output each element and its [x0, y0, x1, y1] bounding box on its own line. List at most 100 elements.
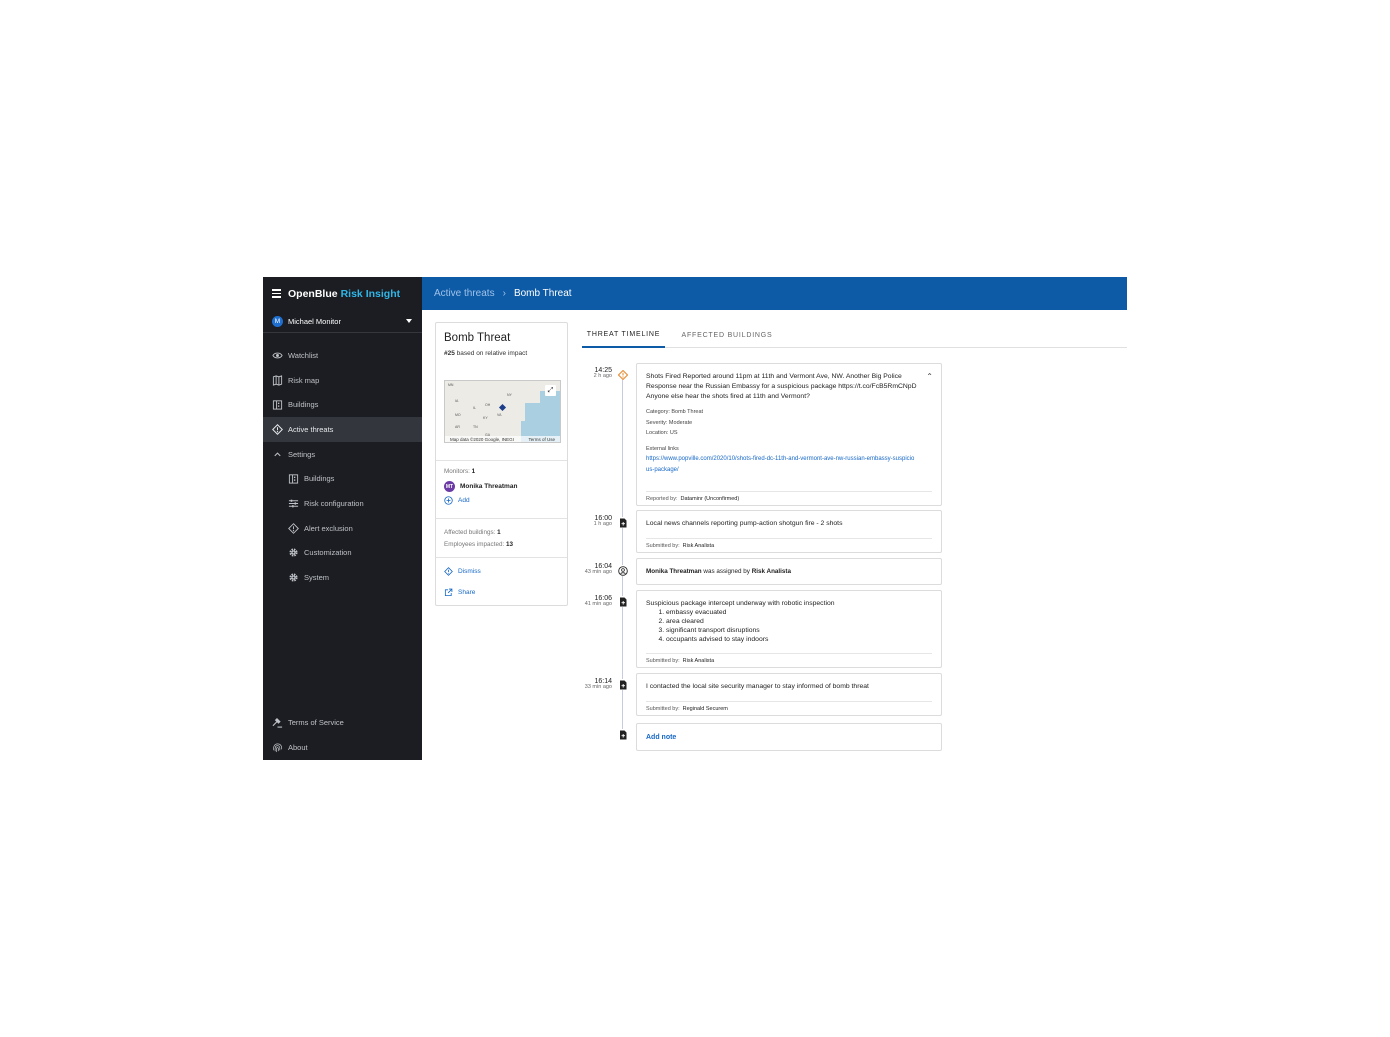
timeline-card: Suspicious package intercept underway wi… — [636, 590, 942, 668]
card-divider — [436, 460, 567, 461]
map-label: KY — [483, 416, 488, 420]
user-selector[interactable]: M Michael Monitor — [263, 310, 422, 333]
sidebar-item-label: Risk map — [288, 375, 320, 385]
share-icon — [444, 588, 453, 597]
page-title: Bomb Threat — [513, 288, 572, 299]
map-land — [515, 381, 525, 421]
sidebar-item-watchlist[interactable]: Watchlist — [263, 343, 422, 368]
add-note-button[interactable]: Add note — [636, 723, 942, 751]
card-divider — [436, 557, 567, 558]
card-footer: Submitted by: Risk Analista — [646, 538, 932, 552]
sidebar-item-settings[interactable]: Settings — [263, 442, 422, 467]
sidebar-item-label: Settings — [288, 449, 316, 459]
gear-icon — [288, 572, 299, 583]
affected-buildings: Affected buildings: 1 — [444, 529, 501, 536]
sidebar-item-active-threats[interactable]: Active threats — [263, 417, 422, 442]
sidebar: OpenBlue Risk Insight M Michael Monitor … — [263, 277, 422, 760]
monitors-label: Monitors: 1 — [444, 468, 475, 475]
assignment-text: was assigned by — [703, 568, 750, 575]
timeline-card: I contacted the local site security mana… — [636, 673, 942, 716]
timeline-text: Shots Fired Reported around 11pm at 11th… — [646, 373, 917, 400]
breadcrumb-active-threats[interactable]: Active threats — [434, 288, 495, 299]
reported-by-label: Reported by: — [646, 495, 678, 502]
timeline-text: Local news channels reporting pump-actio… — [646, 520, 843, 527]
breadcrumb: Active threats › Bomb Threat — [422, 277, 1127, 310]
sidebar-item-buildings[interactable]: Buildings — [263, 392, 422, 417]
sidebar-item-label: Watchlist — [288, 350, 319, 360]
tab-threat-timeline[interactable]: THREAT TIMELINE — [582, 322, 665, 348]
time-ago: 33 min ago — [584, 684, 612, 690]
map-label: OH — [485, 403, 491, 407]
sidebar-item-terms-of-service[interactable]: Terms of Service — [263, 710, 422, 735]
map-label: TN — [473, 425, 478, 429]
employees-impacted-label: Employees impacted: — [444, 541, 505, 548]
sidebar-item-risk-map[interactable]: Risk map — [263, 368, 422, 393]
menu-icon[interactable] — [272, 287, 281, 300]
sidebar-subitem-system[interactable]: System — [263, 565, 422, 590]
map-terms-link[interactable]: Terms of Use — [528, 437, 555, 442]
sidebar-item-label: Risk configuration — [304, 498, 364, 508]
map-label: IA — [455, 399, 459, 403]
note-icon — [617, 596, 628, 607]
timeline-time: 16:00 1 h ago — [582, 515, 612, 528]
monitors-count: 1 — [471, 468, 476, 475]
timeline-time: 16:06 41 min ago — [582, 595, 612, 608]
monitor-item: MT Monika Threatman — [444, 481, 517, 492]
collapse-chevron-icon[interactable]: ⌃ — [926, 372, 933, 381]
list-item: significant transport disruptions — [666, 626, 932, 635]
threat-category: Category: Bomb Threat — [646, 409, 704, 415]
external-link[interactable]: https://www.popville.com/2020/10/shots-f… — [646, 454, 917, 476]
timeline-time: 14:25 2 h ago — [582, 367, 612, 380]
timeline-time: 16:14 33 min ago — [582, 678, 612, 691]
time-ago: 43 min ago — [584, 569, 612, 575]
gear-icon — [288, 547, 299, 558]
add-monitor-button[interactable]: Add — [444, 496, 470, 505]
building-icon — [272, 399, 283, 410]
sidebar-item-label: Active threats — [288, 424, 334, 434]
sidebar-subitem-customization[interactable]: Customization — [263, 541, 422, 566]
share-button[interactable]: Share — [444, 588, 475, 597]
sidebar-subitem-buildings[interactable]: Buildings — [263, 466, 422, 491]
dismiss-label: Dismiss — [458, 568, 481, 575]
card-footer: Reported by: Dataminr (Unconfirmed) — [646, 491, 932, 505]
map-attribution-text: Map data ©2020 Google, INEGI — [450, 436, 514, 442]
time-ago: 1 h ago — [593, 521, 612, 527]
sidebar-item-label: Terms of Service — [288, 717, 344, 727]
dismiss-button[interactable]: Dismiss — [444, 567, 481, 576]
sidebar-item-about[interactable]: About — [263, 735, 422, 760]
employees-impacted-count: 13 — [505, 541, 513, 548]
sidebar-item-label: About — [288, 742, 308, 752]
building-icon — [288, 473, 299, 484]
threat-severity: Severity: Moderate — [646, 419, 693, 426]
map-label: MN — [448, 383, 454, 387]
card-footer: Submitted by: Reginald Securem — [646, 701, 932, 715]
submitted-by-label: Submitted by: — [646, 542, 680, 549]
map-label: VA — [497, 413, 502, 417]
sidebar-item-label: System — [304, 573, 330, 583]
monitors-label-text: Monitors: — [444, 468, 470, 475]
sidebar-item-label: Buildings — [288, 400, 319, 410]
time-ago: 2 h ago — [593, 373, 612, 379]
app-brand: OpenBlue Risk Insight — [263, 277, 422, 310]
user-avatar: M — [272, 315, 283, 327]
map-label: NY — [507, 393, 512, 397]
timeline-text: I contacted the local site security mana… — [646, 683, 869, 690]
sidebar-subitem-alert-exclusion[interactable]: Alert exclusion — [263, 516, 422, 541]
tab-affected-buildings[interactable]: AFFECTED BUILDINGS — [679, 322, 775, 348]
threat-rank: #25 based on relative impact — [444, 350, 527, 357]
list-item: area cleared — [666, 617, 932, 626]
submitted-by-label: Submitted by: — [646, 657, 680, 664]
timeline-text: Suspicious package intercept underway wi… — [646, 600, 835, 607]
sidebar-item-label: Buildings — [304, 474, 335, 484]
threat-map[interactable]: MN IA MO IL OH KY TN AR GA NY VA ⤢ Map d… — [444, 380, 561, 443]
submitted-by: Risk Analista — [682, 542, 715, 549]
expand-map-icon[interactable]: ⤢ — [545, 385, 556, 396]
card-divider — [436, 518, 567, 519]
timeline-card: Local news channels reporting pump-actio… — [636, 510, 942, 553]
submitted-by-label: Submitted by: — [646, 705, 680, 712]
plus-circle-icon — [444, 496, 453, 505]
eye-icon — [272, 350, 283, 361]
sidebar-subitem-risk-configuration[interactable]: Risk configuration — [263, 491, 422, 516]
person-circle-icon — [617, 565, 628, 576]
employees-impacted: Employees impacted: 13 — [444, 541, 513, 548]
